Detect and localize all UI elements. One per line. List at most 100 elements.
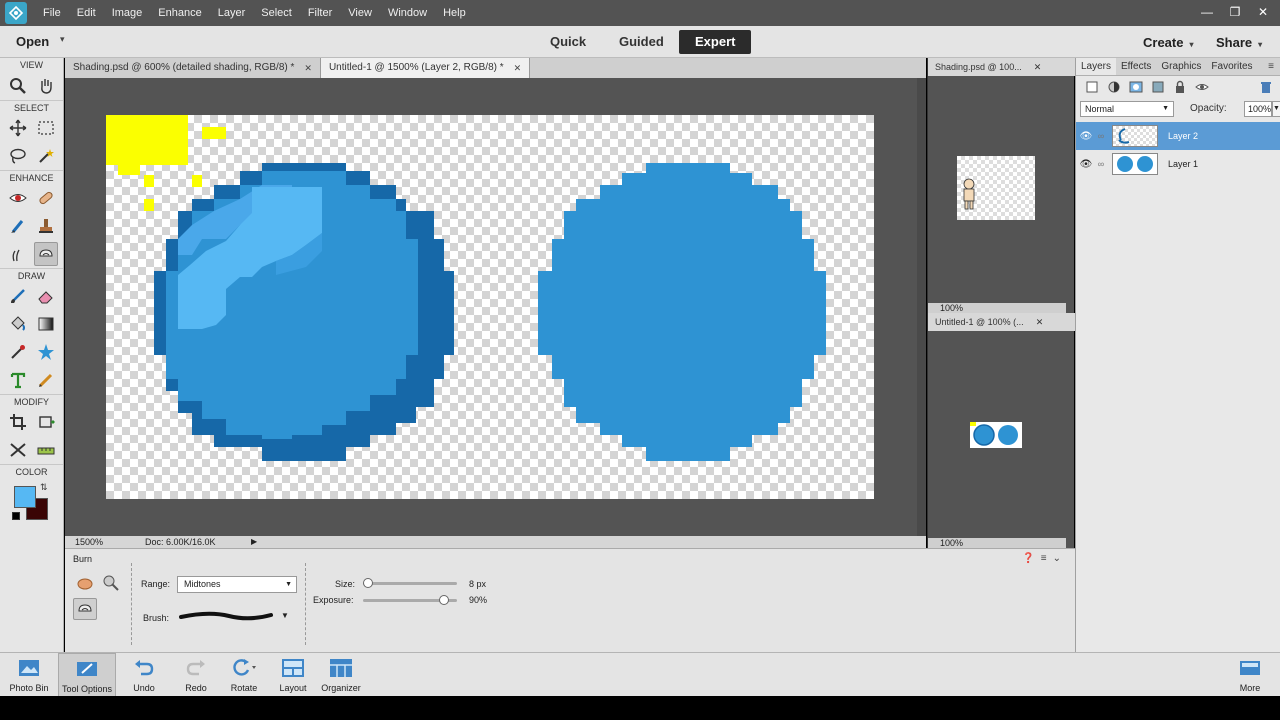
burn-tool-icon[interactable] bbox=[33, 242, 58, 266]
eye-icon[interactable]: 👁 bbox=[1078, 159, 1094, 170]
organizer-button[interactable]: Organizer bbox=[318, 653, 364, 697]
default-colors-icon[interactable] bbox=[12, 512, 20, 520]
float-tab-untitled[interactable]: Untitled-1 @ 100% (... ✕ bbox=[928, 313, 1075, 331]
layer-row-layer-2[interactable]: 👁 ∞ Layer 2 bbox=[1076, 122, 1280, 150]
new-layer-icon[interactable] bbox=[1084, 80, 1100, 94]
layer-name[interactable]: Layer 1 bbox=[1168, 159, 1198, 169]
minimize-icon[interactable]: — bbox=[1196, 2, 1218, 22]
eye-icon[interactable]: 👁 bbox=[1078, 131, 1094, 142]
tab-layers[interactable]: Layers bbox=[1076, 58, 1117, 75]
doc-tab-shading[interactable]: Shading.psd @ 600% (detailed shading, RG… bbox=[65, 58, 321, 78]
close-icon[interactable]: ✕ bbox=[304, 58, 312, 78]
brush-preview[interactable] bbox=[179, 609, 275, 626]
tab-favorites[interactable]: Favorites bbox=[1206, 58, 1257, 75]
range-select[interactable]: Midtones ▼ bbox=[177, 576, 297, 593]
sponge-tool-icon[interactable] bbox=[73, 572, 97, 594]
eraser-tool-icon[interactable] bbox=[34, 284, 58, 308]
menu-filter[interactable]: Filter bbox=[300, 0, 340, 26]
red-eye-tool-icon[interactable] bbox=[6, 186, 30, 210]
more-button[interactable]: More bbox=[1232, 653, 1268, 697]
lock-icon[interactable] bbox=[1172, 80, 1188, 94]
close-icon[interactable]: ✕ bbox=[1034, 62, 1042, 73]
menu-help[interactable]: Help bbox=[435, 0, 474, 26]
recompose-tool-icon[interactable] bbox=[34, 410, 58, 434]
adjustment-layer-icon[interactable] bbox=[1106, 80, 1122, 94]
hand-tool-icon[interactable] bbox=[34, 74, 58, 98]
type-tool-icon[interactable] bbox=[6, 368, 30, 392]
menu-layer[interactable]: Layer bbox=[210, 0, 254, 26]
marquee-tool-icon[interactable] bbox=[34, 116, 58, 140]
brush-dropdown-icon[interactable]: ▼ bbox=[281, 611, 289, 620]
dodge-tool-icon[interactable] bbox=[99, 572, 123, 594]
panel-menu-icon[interactable]: ≡ bbox=[1268, 58, 1280, 75]
visibility-icon[interactable] bbox=[1194, 80, 1210, 94]
gradient-tool-icon[interactable] bbox=[34, 312, 58, 336]
zoom-tool-icon[interactable] bbox=[6, 74, 30, 98]
eyedropper-icon[interactable] bbox=[6, 340, 30, 364]
swap-colors-icon[interactable]: ⇅ bbox=[40, 482, 48, 493]
smudge-tool-icon[interactable] bbox=[6, 242, 30, 266]
smart-brush-icon[interactable] bbox=[6, 214, 30, 238]
menu-edit[interactable]: Edit bbox=[69, 0, 104, 26]
opacity-input[interactable]: 100% bbox=[1244, 101, 1272, 117]
size-slider-knob[interactable] bbox=[363, 578, 373, 588]
rotate-button[interactable]: Rotate bbox=[224, 653, 264, 697]
close-icon[interactable]: ✕ bbox=[514, 58, 522, 78]
pencil-tool-icon[interactable] bbox=[34, 368, 58, 392]
mode-expert[interactable]: Expert bbox=[679, 30, 752, 54]
opacity-dropdown-icon[interactable]: ▼ bbox=[1272, 101, 1280, 117]
size-slider[interactable] bbox=[363, 582, 457, 585]
clone-stamp-icon[interactable] bbox=[34, 214, 58, 238]
float-bottom-zoom[interactable]: 100% bbox=[928, 538, 1066, 548]
tab-graphics[interactable]: Graphics bbox=[1156, 58, 1206, 75]
open-dropdown-icon[interactable]: ▾ bbox=[60, 34, 65, 45]
menu-window[interactable]: Window bbox=[380, 0, 435, 26]
burn-tool-option-icon[interactable] bbox=[73, 598, 97, 620]
tab-effects[interactable]: Effects bbox=[1116, 58, 1156, 75]
lock-transparent-icon[interactable] bbox=[1150, 80, 1166, 94]
tool-options-button[interactable]: Tool Options bbox=[58, 653, 116, 697]
menu-select[interactable]: Select bbox=[253, 0, 300, 26]
image-canvas[interactable] bbox=[106, 115, 874, 499]
content-aware-move-icon[interactable] bbox=[6, 438, 30, 462]
blend-mode-select[interactable]: Normal ▼ bbox=[1080, 101, 1174, 117]
layer-mask-icon[interactable] bbox=[1128, 80, 1144, 94]
options-menu-icon[interactable]: ≡ bbox=[1041, 553, 1047, 564]
zoom-level[interactable]: 1500% bbox=[75, 536, 103, 548]
straighten-tool-icon[interactable] bbox=[34, 438, 58, 462]
float-tab-shading[interactable]: Shading.psd @ 100... ✕ bbox=[928, 58, 1075, 76]
mode-quick[interactable]: Quick bbox=[534, 30, 602, 54]
restore-icon[interactable]: ❐ bbox=[1224, 2, 1246, 22]
lasso-tool-icon[interactable] bbox=[6, 144, 30, 168]
create-button[interactable]: Create ▾ bbox=[1143, 35, 1193, 50]
redo-button[interactable]: Redo bbox=[176, 653, 216, 697]
crop-tool-icon[interactable] bbox=[6, 410, 30, 434]
magic-wand-icon[interactable] bbox=[34, 144, 58, 168]
close-icon[interactable]: ✕ bbox=[1252, 2, 1274, 22]
link-icon[interactable]: ∞ bbox=[1094, 159, 1108, 169]
help-icon[interactable]: ❓ bbox=[1022, 553, 1034, 564]
status-menu-icon[interactable]: ▶ bbox=[251, 537, 257, 546]
doc-tab-untitled[interactable]: Untitled-1 @ 1500% (Layer 2, RGB/8) * ✕ bbox=[320, 58, 531, 78]
collapse-chevron-icon[interactable]: ⌄ bbox=[1053, 553, 1061, 564]
share-button[interactable]: Share ▾ bbox=[1216, 35, 1262, 50]
vertical-scrollbar[interactable] bbox=[917, 78, 926, 538]
foreground-color-swatch[interactable] bbox=[14, 486, 36, 508]
menu-view[interactable]: View bbox=[340, 0, 380, 26]
layer-row-layer-1[interactable]: 👁 ∞ Layer 1 bbox=[1076, 150, 1280, 178]
close-icon[interactable]: ✕ bbox=[1036, 317, 1044, 328]
brush-tool-icon[interactable] bbox=[6, 284, 30, 308]
paint-bucket-icon[interactable] bbox=[6, 312, 30, 336]
menu-file[interactable]: File bbox=[35, 0, 69, 26]
move-tool-icon[interactable] bbox=[6, 116, 30, 140]
undo-button[interactable]: Undo bbox=[124, 653, 164, 697]
spot-healing-icon[interactable] bbox=[34, 186, 58, 210]
exposure-slider-knob[interactable] bbox=[438, 595, 449, 605]
photo-bin-button[interactable]: Photo Bin bbox=[6, 653, 52, 697]
open-button[interactable]: Open bbox=[16, 34, 49, 49]
float-top-zoom[interactable]: 100% bbox=[928, 303, 1066, 313]
layer-name[interactable]: Layer 2 bbox=[1168, 131, 1198, 141]
delete-layer-icon[interactable] bbox=[1258, 80, 1274, 94]
custom-shape-icon[interactable] bbox=[34, 340, 58, 364]
menu-image[interactable]: Image bbox=[104, 0, 151, 26]
